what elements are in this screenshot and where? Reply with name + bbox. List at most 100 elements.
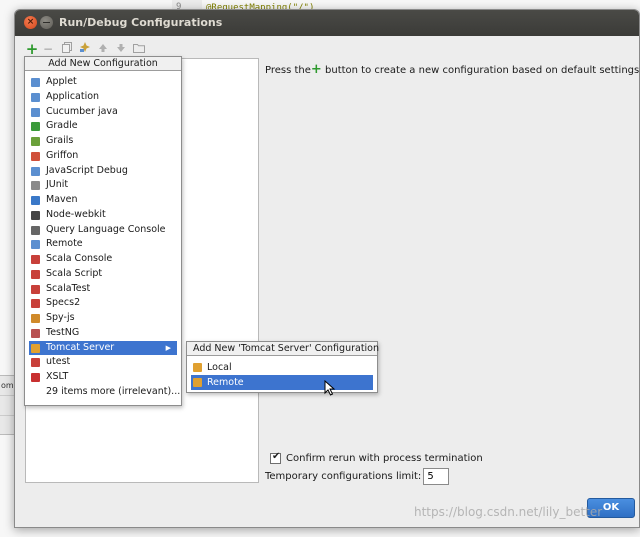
- minimize-icon: [43, 22, 50, 23]
- popup-item-label: Scala Console: [46, 253, 113, 264]
- move-up-icon[interactable]: [95, 41, 111, 57]
- popup-item-utest[interactable]: utest: [25, 355, 181, 370]
- junit-icon: [31, 181, 40, 191]
- popup-item-remote[interactable]: Remote: [25, 237, 181, 252]
- popup-item-label: Remote: [46, 238, 83, 250]
- popup-item-label: Scala Script: [46, 267, 103, 279]
- popup-item-label: Spy-js: [46, 312, 75, 323]
- submenu-item-label: Remote: [207, 377, 244, 388]
- popup-item-scalatest[interactable]: ScalaTest: [25, 282, 181, 297]
- popup-item-gradle[interactable]: Gradle: [25, 119, 181, 134]
- close-icon: ×: [26, 17, 35, 27]
- popup-item-label: Query Language Console: [46, 223, 166, 235]
- popup-item-junit[interactable]: JUnit: [25, 178, 181, 193]
- popup-item-label: ScalaTest: [46, 282, 91, 294]
- spy-js-icon: [31, 314, 40, 323]
- popup-item-label: Cucumber java: [46, 105, 118, 117]
- temp-limit-label: Temporary configurations limit:: [265, 471, 422, 482]
- popup-item-label: Specs2: [46, 297, 81, 309]
- tomcat-submenu: Add New 'Tomcat Server' Configuration Lo…: [186, 341, 379, 393]
- popup-item-label: Application: [46, 90, 100, 102]
- confirm-rerun-row: ✔ Confirm rerun with process termination: [270, 451, 483, 465]
- scala-console-icon: [31, 255, 40, 264]
- popup-item-29-items-more-irrelevant[interactable]: 29 items more (irrelevant)...: [25, 385, 181, 400]
- folder-icon[interactable]: [131, 41, 147, 57]
- popup-item-application[interactable]: Application: [25, 90, 181, 105]
- temp-limit-input[interactable]: [423, 468, 450, 485]
- popup-item-label: Applet: [46, 76, 77, 87]
- popup-item-scala-console[interactable]: Scala Console: [25, 252, 181, 267]
- edit-defaults-icon[interactable]: [77, 41, 93, 57]
- popup-item-applet[interactable]: Applet: [25, 75, 181, 90]
- confirm-rerun-checkbox[interactable]: ✔: [270, 450, 281, 464]
- dialog-titlebar: × Run/Debug Configurations: [15, 10, 639, 36]
- popup-item-label: Maven: [46, 194, 78, 205]
- popup-item-label: utest: [46, 356, 71, 368]
- popup-item-grails[interactable]: Grails: [25, 134, 181, 149]
- popup-item-testng[interactable]: TestNG: [25, 326, 181, 341]
- specs2-icon: [31, 299, 40, 309]
- tomcat-remote-icon: [193, 378, 202, 387]
- application-icon: [31, 92, 40, 102]
- popup-item-xslt[interactable]: XSLT: [25, 370, 181, 385]
- add-new-configuration-popup: Add New Configuration Applet Application C…: [24, 56, 182, 406]
- popup-item-label: JUnit: [46, 179, 69, 191]
- popup-item-maven[interactable]: Maven: [25, 193, 181, 208]
- close-button[interactable]: ×: [24, 16, 37, 29]
- node-webkit-icon: [31, 210, 40, 220]
- popup-item-javascript-debug[interactable]: JavaScript Debug: [25, 164, 181, 179]
- move-down-icon[interactable]: [113, 41, 129, 57]
- popup-item-scala-script[interactable]: Scala Script: [25, 267, 181, 282]
- popup-item-specs2[interactable]: Specs2: [25, 296, 181, 311]
- popup-item-label: TestNG: [46, 326, 80, 338]
- add-icon[interactable]: +: [24, 41, 40, 57]
- empty-hint: Press the+ button to create a new config…: [265, 62, 639, 77]
- submenu-item-label: Local: [207, 362, 232, 373]
- tomcat-local-icon: [193, 363, 202, 372]
- utest-icon: [31, 358, 40, 368]
- popup-header: Add New Configuration: [25, 57, 181, 71]
- minimize-button[interactable]: [40, 16, 53, 29]
- cucumber-icon: [31, 107, 40, 117]
- submenu-item-local[interactable]: Local: [187, 360, 377, 375]
- query-console-icon: [31, 225, 40, 235]
- tomcat-icon: [31, 343, 40, 353]
- checkmark-icon: ✔: [272, 450, 281, 462]
- mouse-cursor-icon: [324, 380, 336, 396]
- watermark: https://blog.csdn.net/lily_better: [414, 505, 603, 519]
- grails-icon: [31, 137, 40, 146]
- temp-limit-row: Temporary configurations limit:: [265, 468, 450, 485]
- popup-item-label: Griffon: [46, 149, 79, 161]
- remove-icon[interactable]: −: [40, 41, 56, 57]
- dialog-title: Run/Debug Configurations: [59, 16, 223, 29]
- popup-item-spy-js[interactable]: Spy-js: [25, 311, 181, 326]
- copy-icon[interactable]: [59, 41, 75, 57]
- xslt-icon: [31, 373, 40, 382]
- gradle-icon: [31, 122, 40, 132]
- maven-icon: [31, 196, 40, 205]
- javascript-debug-icon: [31, 166, 40, 176]
- popup-item-label: 29 items more (irrelevant)...: [46, 385, 181, 397]
- popup-item-node-webkit[interactable]: Node-webkit: [25, 208, 181, 223]
- popup-item-label: JavaScript Debug: [46, 164, 128, 176]
- applet-icon: [31, 78, 40, 87]
- confirm-rerun-label: Confirm rerun with process termination: [286, 452, 483, 464]
- popup-item-label: Tomcat Server: [46, 341, 115, 353]
- scalatest-icon: [31, 284, 40, 294]
- submenu-list: Local Remote: [187, 360, 377, 390]
- popup-item-griffon[interactable]: Griffon: [25, 149, 181, 164]
- testng-icon: [31, 328, 40, 338]
- submenu-header: Add New 'Tomcat Server' Configuration: [187, 342, 379, 356]
- submenu-item-remote[interactable]: Remote: [191, 375, 373, 390]
- hint-suffix: button to create a new configuration bas…: [321, 65, 640, 76]
- popup-item-label: Gradle: [46, 120, 78, 132]
- popup-item-cucumber-java[interactable]: Cucumber java: [25, 105, 181, 120]
- add-hint-icon: +: [310, 62, 322, 77]
- popup-list: Applet Application Cucumber java Gradle Grai…: [25, 71, 181, 400]
- popup-item-label: Grails: [46, 135, 74, 146]
- submenu-arrow-icon: ▶: [165, 343, 171, 352]
- hint-prefix: Press the: [265, 65, 311, 76]
- scala-script-icon: [31, 269, 40, 279]
- popup-item-query-language-console[interactable]: Query Language Console: [25, 223, 181, 238]
- popup-item-tomcat-server[interactable]: Tomcat Server ▶: [29, 340, 177, 356]
